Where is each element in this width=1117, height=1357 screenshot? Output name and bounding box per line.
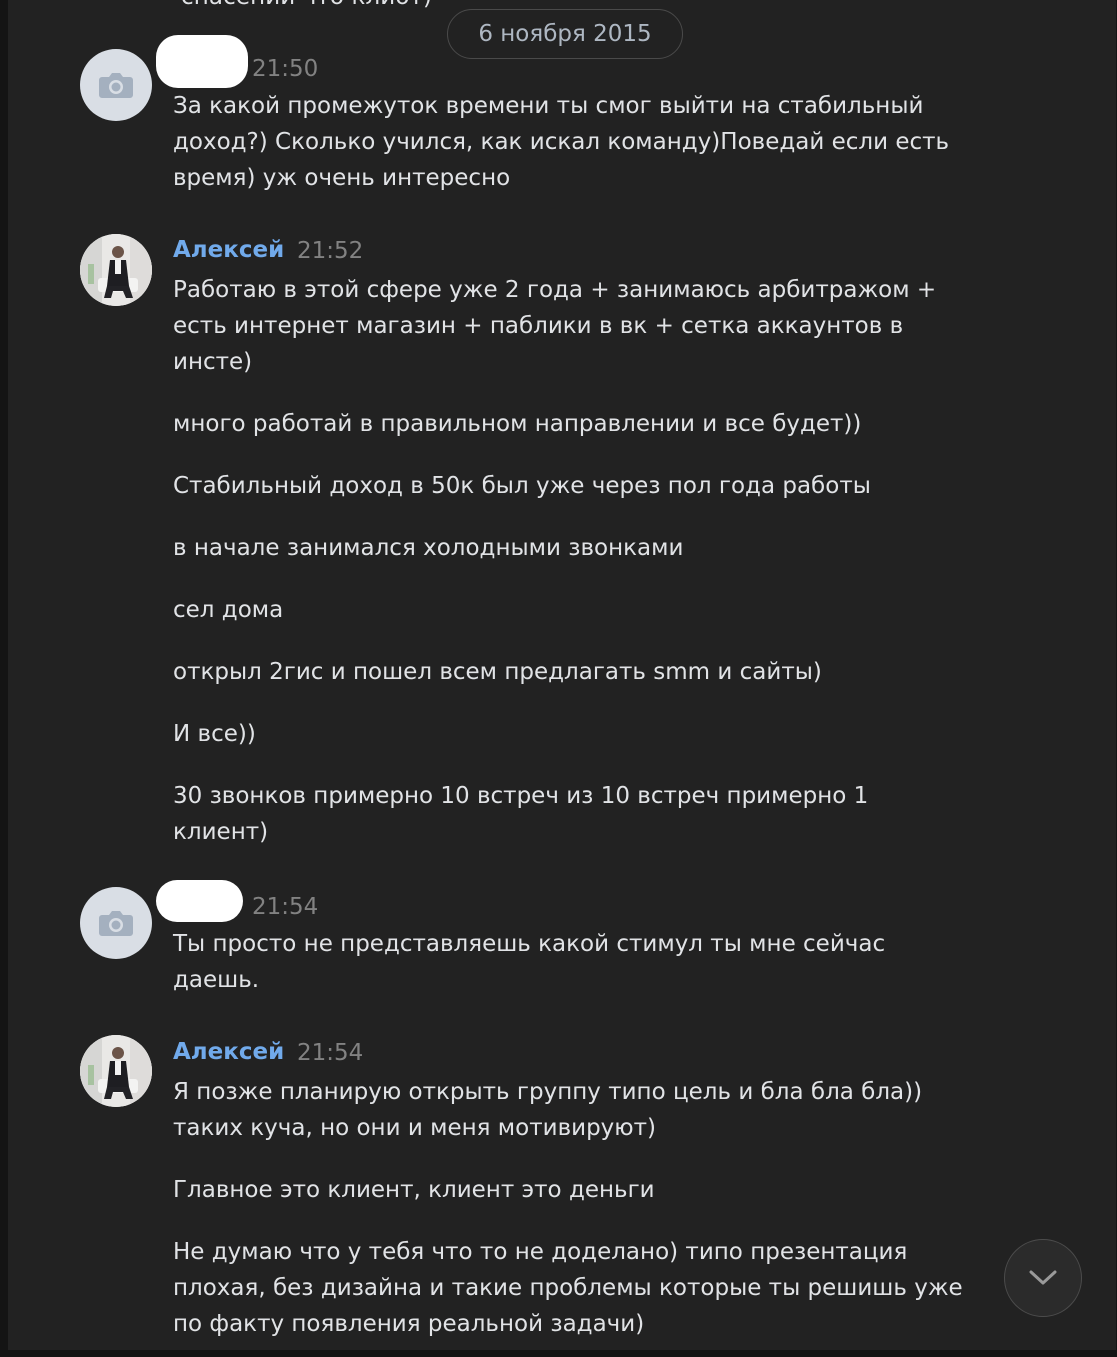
message-paragraph: открыл 2гис и пошел всем предлагать smm … [173, 659, 822, 685]
author-name-redacted[interactable] [156, 35, 248, 88]
message-time[interactable]: 21:54 [297, 1040, 363, 1066]
avatar[interactable] [80, 1035, 152, 1107]
message-text: Я позже планирую открыть группу типо цел… [173, 1074, 963, 1342]
camera-icon [99, 911, 133, 936]
previous-message-cut-text: спасении что клиот) [181, 0, 432, 10]
avatar[interactable] [80, 887, 152, 959]
message-text: Работаю в этой сфере уже 2 года + занима… [173, 272, 963, 850]
message-paragraph: Не думаю что у тебя что то не доделано) … [173, 1239, 963, 1337]
message-paragraph: Главное это клиент, клиент это деньги [173, 1177, 655, 1203]
message-paragraph: сел дома [173, 597, 284, 623]
chevron-down-icon [1029, 1270, 1057, 1285]
message-paragraph: За какой промежуток времени ты смог выйт… [173, 93, 950, 191]
message-time[interactable]: 21:52 [297, 238, 363, 264]
message-text: За какой промежуток времени ты смог выйт… [173, 88, 963, 196]
chat-history[interactable]: спасении что клиот) 6 ноября 2015 21:50 … [8, 0, 1116, 1350]
message-paragraph: в начале занимался холодными звонками [173, 535, 684, 561]
author-name[interactable]: Алексей [173, 1039, 284, 1065]
avatar[interactable] [80, 49, 152, 121]
message-paragraph: Стабильный доход в 50к был уже через пол… [173, 473, 871, 499]
message-paragraph: Работаю в этой сфере уже 2 года + занима… [173, 277, 937, 375]
message-paragraph: 30 звонков примерно 10 встреч из 10 встр… [173, 783, 869, 845]
user-photo-icon [80, 1035, 152, 1107]
author-name[interactable]: Алексей [173, 237, 284, 263]
message-paragraph: И все)) [173, 721, 256, 747]
message-paragraph: Ты просто не представляешь какой стимул … [173, 931, 886, 993]
camera-icon [99, 73, 133, 98]
author-name-redacted[interactable] [156, 880, 243, 922]
message-time[interactable]: 21:50 [252, 56, 318, 82]
user-photo-icon [80, 234, 152, 306]
avatar[interactable] [80, 234, 152, 306]
message-time[interactable]: 21:54 [252, 894, 318, 920]
message-paragraph: много работай в правильном направлении и… [173, 411, 862, 437]
message-text: Ты просто не представляешь какой стимул … [173, 926, 963, 998]
date-separator: 6 ноября 2015 [447, 9, 683, 59]
scroll-to-bottom-button[interactable] [1004, 1239, 1082, 1317]
message-paragraph: Я позже планирую открыть группу типо цел… [173, 1079, 923, 1141]
